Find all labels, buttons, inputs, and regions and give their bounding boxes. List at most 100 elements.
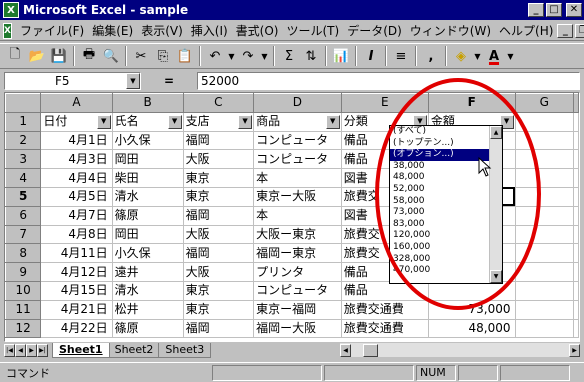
cell[interactable]: 本	[253, 206, 342, 226]
scroll-down-icon[interactable]: ▼	[490, 270, 502, 283]
menu-tools[interactable]: ツール(T)	[282, 22, 343, 39]
dropdown-option[interactable]: 328,000	[390, 254, 502, 266]
cell[interactable]: 東京	[183, 168, 255, 188]
fill-color-icon[interactable]: ◈	[450, 45, 472, 67]
undo-dropdown-icon[interactable]: ▼	[226, 45, 237, 67]
cell[interactable]	[515, 225, 575, 245]
cell[interactable]: 東京	[183, 300, 255, 320]
field-header-cell[interactable]: 商品 ▼	[253, 112, 342, 132]
cell[interactable]: 本	[253, 168, 342, 188]
sort-icon[interactable]: ⇅	[300, 45, 322, 67]
cell[interactable]: 柴田	[112, 168, 184, 188]
autofilter-button[interactable]: ▼	[238, 114, 253, 129]
row-header[interactable]: 6	[5, 205, 42, 226]
dropdown-scrollbar[interactable]: ▲ ▼	[489, 126, 502, 283]
dropdown-option[interactable]: (トップテン...)	[390, 138, 502, 150]
close-button[interactable]: ✕	[566, 3, 582, 17]
cell[interactable]	[573, 131, 579, 151]
cell[interactable]	[573, 112, 579, 132]
cell[interactable]	[515, 281, 575, 301]
field-header-cell[interactable]: 氏名 ▼	[112, 112, 184, 132]
cell[interactable]	[573, 243, 579, 264]
cell[interactable]: 遠井	[112, 262, 184, 282]
last-sheet-icon[interactable]: ▶|	[37, 343, 48, 357]
undo-icon[interactable]: ↶	[204, 45, 226, 67]
cell[interactable]	[573, 168, 579, 188]
row-header[interactable]: 12	[5, 318, 42, 339]
maximize-button[interactable]: □	[546, 3, 562, 17]
horizontal-scrollbar[interactable]: ◀ ▶	[340, 343, 580, 357]
cell[interactable]: 大阪	[183, 225, 255, 245]
cell[interactable]	[573, 187, 579, 207]
row-header[interactable]: 7	[5, 224, 42, 245]
column-header-c[interactable]: C	[182, 93, 255, 113]
dropdown-option[interactable]: 160,000	[390, 242, 502, 254]
doc-minimize-button[interactable]: _	[557, 23, 574, 38]
menu-window[interactable]: ウィンドウ(W)	[406, 22, 495, 39]
cell[interactable]	[515, 168, 575, 188]
cell[interactable]: 48,000	[428, 319, 516, 339]
cell[interactable]: 福岡ー大阪	[253, 319, 342, 339]
cell[interactable]: 4月11日	[40, 243, 113, 264]
dropdown-option[interactable]: 470,000	[390, 265, 502, 277]
scroll-right-icon[interactable]: ▶	[569, 343, 580, 357]
cell[interactable]	[515, 149, 575, 170]
chart-icon[interactable]: 📊	[330, 45, 352, 67]
workbook-icon[interactable]: X	[3, 22, 12, 39]
row-header[interactable]: 8	[5, 243, 42, 264]
field-header-cell[interactable]: 支店 ▼	[183, 112, 255, 132]
cell[interactable]: 東京ー大阪	[253, 187, 342, 207]
cell[interactable]: 福岡ー東京	[253, 243, 342, 264]
cell[interactable]: 福岡	[183, 131, 255, 151]
cell[interactable]: プリンタ	[253, 262, 342, 282]
cell[interactable]	[515, 243, 575, 264]
redo-icon[interactable]: ↷	[237, 45, 259, 67]
cell[interactable]: 4月8日	[40, 225, 113, 245]
formula-input[interactable]: 52000	[197, 71, 580, 90]
cell[interactable]: コンピュータ	[253, 131, 342, 151]
row-header[interactable]: 11	[5, 299, 42, 320]
menu-data[interactable]: データ(D)	[343, 22, 406, 39]
tab-sheet3[interactable]: Sheet3	[158, 342, 212, 358]
new-icon[interactable]: 🗋	[4, 45, 26, 67]
italic-icon[interactable]: I	[360, 45, 382, 67]
scroll-up-icon[interactable]: ▲	[490, 126, 502, 139]
cell[interactable]: 4月3日	[40, 149, 113, 170]
cell[interactable]: 小久保	[112, 243, 184, 264]
scroll-left-icon[interactable]: ◀	[340, 343, 351, 357]
cell[interactable]: 4月15日	[40, 281, 113, 301]
cell[interactable]: 福岡	[183, 243, 255, 264]
cell[interactable]	[515, 187, 575, 207]
dropdown-option[interactable]: (すべて)	[390, 126, 502, 138]
row-header[interactable]: 3	[5, 149, 42, 170]
cell[interactable]: 4月7日	[40, 206, 113, 226]
fill-color-dropdown-icon[interactable]: ▼	[472, 45, 483, 67]
cell[interactable]	[573, 319, 579, 339]
column-header-g[interactable]: G	[514, 93, 575, 113]
column-header-f[interactable]: F	[427, 93, 516, 113]
menu-help[interactable]: ヘルプ(H)	[495, 22, 557, 39]
row-header[interactable]: 4	[5, 168, 42, 188]
dropdown-option[interactable]: 83,000	[390, 219, 502, 231]
name-box[interactable]: F5 ▼	[4, 71, 141, 90]
cell[interactable]	[573, 281, 579, 301]
menu-file[interactable]: ファイル(F)	[16, 22, 88, 39]
cell[interactable]: 東京	[183, 187, 255, 207]
row-header[interactable]: 9	[5, 262, 42, 282]
autofilter-button[interactable]: ▼	[167, 114, 182, 129]
column-header-extra[interactable]	[573, 93, 579, 113]
column-header-d[interactable]: D	[253, 93, 342, 113]
cell[interactable]	[515, 112, 575, 132]
tab-sheet2[interactable]: Sheet2	[107, 342, 161, 358]
next-sheet-icon[interactable]: ▶	[26, 343, 37, 357]
scroll-thumb[interactable]	[363, 343, 378, 357]
cell[interactable]: 大阪ー東京	[253, 225, 342, 245]
cell[interactable]: 岡田	[112, 149, 184, 170]
cell[interactable]: 備品	[341, 281, 429, 301]
cell[interactable]	[573, 262, 579, 282]
cell[interactable]: 清水	[112, 187, 184, 207]
cell[interactable]: 清水	[112, 281, 184, 301]
row-header[interactable]: 10	[5, 280, 42, 301]
menu-edit[interactable]: 編集(E)	[88, 22, 137, 39]
cell[interactable]: 小久保	[112, 131, 184, 151]
